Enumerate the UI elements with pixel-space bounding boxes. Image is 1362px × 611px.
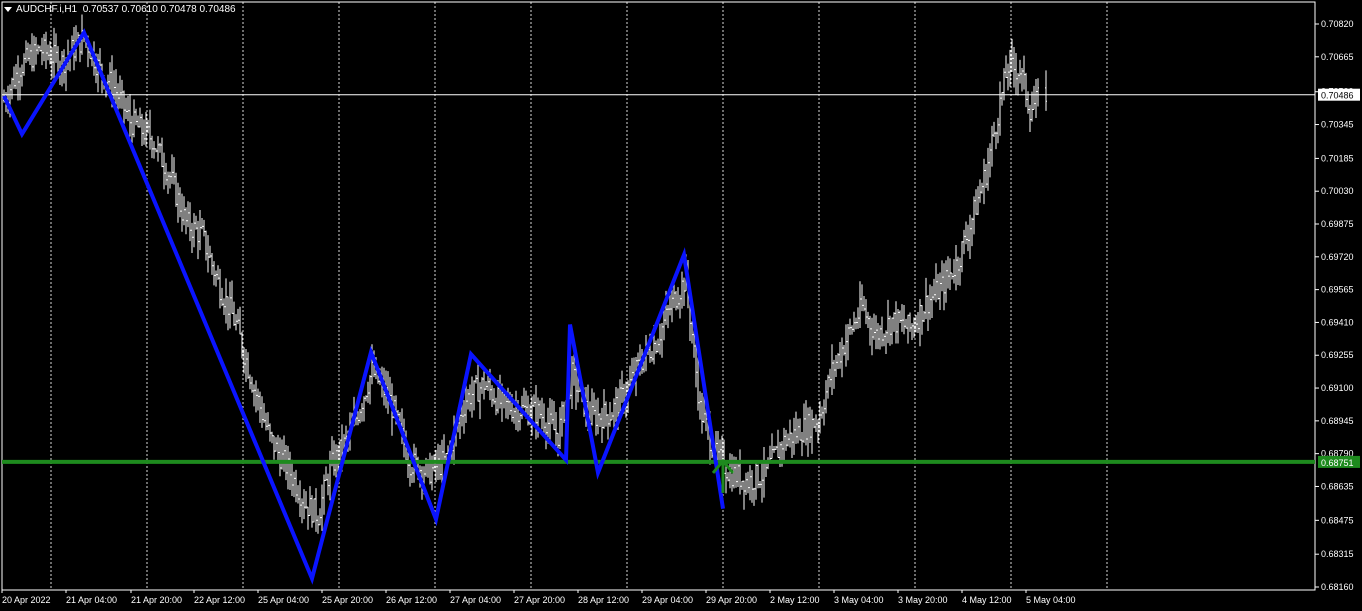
time-axis-label: 4 May 12:00 xyxy=(962,595,1012,605)
price-chart[interactable]: 20 Apr 2022 21 Apr 04:00 21 Apr 20:00 22 Ap… xyxy=(0,0,1362,611)
time-axis-label: 2 May 12:00 xyxy=(770,595,820,605)
symbol-label: AUDCHF.i,H1 xyxy=(16,4,78,15)
price-axis-label: 0.69255 xyxy=(1321,350,1354,360)
time-axis-label: 22 Apr 12:00 xyxy=(194,595,245,605)
price-axis-label: 0.68160 xyxy=(1321,582,1354,592)
chart-title: AUDCHF.i,H1 0.70537 0.70610 0.70478 0.70… xyxy=(4,4,236,15)
price-axis-label: 0.69720 xyxy=(1321,252,1354,262)
time-axis-label: 27 Apr 04:00 xyxy=(450,595,501,605)
price-axis-label: 0.68635 xyxy=(1321,481,1354,491)
chart-window[interactable]: 20 Apr 2022 21 Apr 04:00 21 Apr 20:00 22 Ap… xyxy=(0,0,1362,611)
price-axis-label: 0.69875 xyxy=(1321,219,1354,229)
time-axis-label: 21 Apr 20:00 xyxy=(131,595,182,605)
price-axis-label: 0.70345 xyxy=(1321,120,1354,130)
zigzag-line xyxy=(2,28,725,585)
time-axis-label: 20 Apr 2022 xyxy=(2,595,51,605)
time-axis-label: 3 May 20:00 xyxy=(898,595,948,605)
price-axis-label: 0.69410 xyxy=(1321,317,1354,327)
price-axis-label: 0.70665 xyxy=(1321,52,1354,62)
time-axis-label: 25 Apr 04:00 xyxy=(258,595,309,605)
price-axis-label: 0.68315 xyxy=(1321,549,1354,559)
price-axis-label: 0.70185 xyxy=(1321,153,1354,163)
time-axis-label: 25 Apr 20:00 xyxy=(322,595,373,605)
price-axis-label: 0.70030 xyxy=(1321,186,1354,196)
plot-frame xyxy=(1,1,1316,591)
time-axis-label: 26 Apr 12:00 xyxy=(386,595,437,605)
time-axis-label: 27 Apr 20:00 xyxy=(514,595,565,605)
price-axis-label: 0.68945 xyxy=(1321,416,1354,426)
ohlc-values: 0.70537 0.70610 0.70478 0.70486 xyxy=(82,4,236,15)
time-axis-label: 5 May 04:00 xyxy=(1026,595,1076,605)
time-axis-label: 28 Apr 12:00 xyxy=(578,595,629,605)
time-axis-label: 21 Apr 04:00 xyxy=(66,595,117,605)
time-axis-label: 29 Apr 04:00 xyxy=(642,595,693,605)
time-axis-label: 29 Apr 20:00 xyxy=(706,595,757,605)
dropdown-triangle-icon[interactable] xyxy=(4,6,12,12)
current-price-label: 0.70486 xyxy=(1321,91,1354,101)
price-axis-label: 0.69565 xyxy=(1321,285,1354,295)
price-axis-label: 0.70820 xyxy=(1321,19,1354,29)
price-axis-label: 0.69100 xyxy=(1321,383,1354,393)
price-axis-label: 0.68475 xyxy=(1321,515,1354,525)
support-price-label: 0.68751 xyxy=(1321,458,1354,468)
time-axis-label: 3 May 04:00 xyxy=(834,595,884,605)
